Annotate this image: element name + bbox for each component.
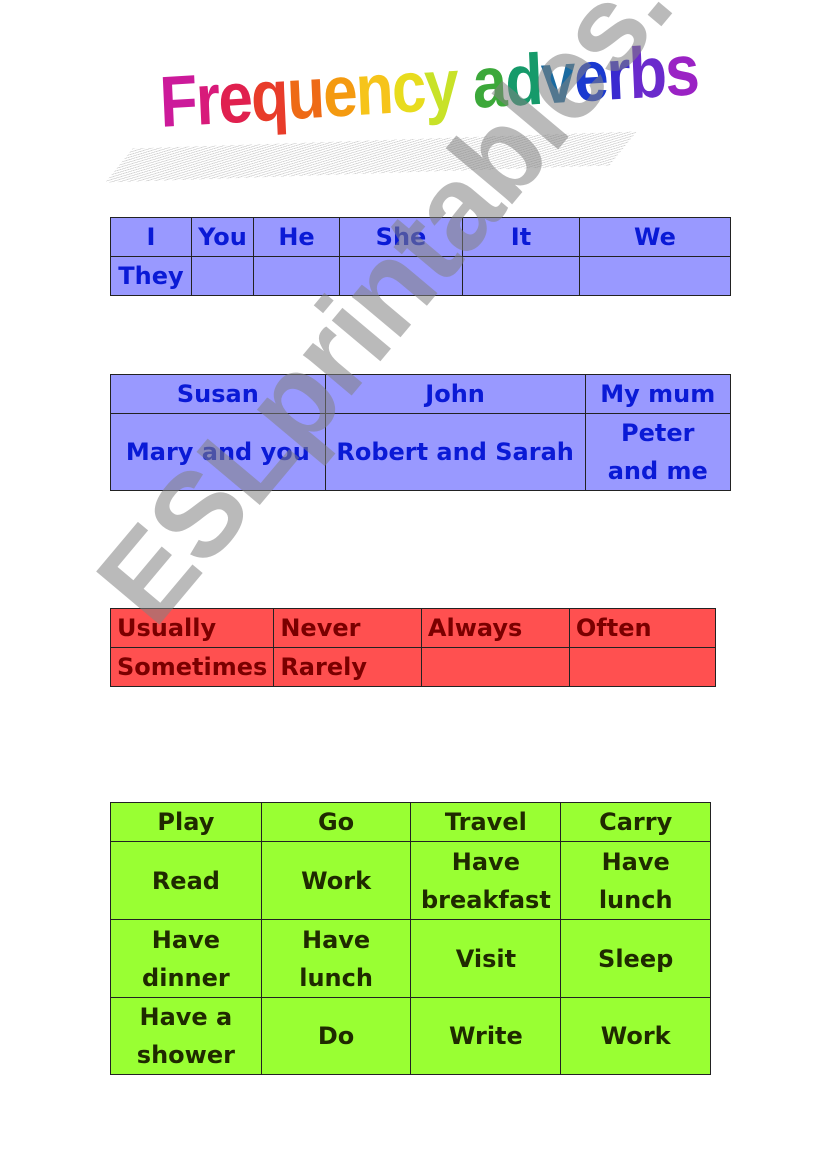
table-cell: Susan: [110, 374, 326, 414]
table-cell: I: [110, 217, 192, 257]
table-cell: John: [324, 374, 586, 414]
table-cell: [339, 256, 463, 296]
title-letter: v: [539, 37, 576, 120]
table-cell: Sometimes: [109, 647, 275, 687]
table-cell: Mary and you: [110, 413, 326, 491]
table-cell: Go: [260, 802, 412, 842]
title-letter: d: [503, 39, 544, 122]
title-letter: b: [627, 32, 667, 115]
table-cell: [579, 256, 731, 296]
title-letter: a: [470, 41, 508, 124]
table-cell: Often: [568, 608, 717, 648]
table-cell: It: [462, 217, 580, 257]
table-cell: He: [253, 217, 340, 257]
table-cell: My mum: [584, 374, 732, 414]
table-cell: Have breakfast: [410, 841, 562, 920]
title-letter: y: [422, 44, 459, 127]
table-cell: They: [110, 256, 192, 296]
table-cell: Always: [420, 608, 570, 648]
table-cell: Robert and Sarah: [324, 413, 586, 491]
table-cell: [462, 256, 580, 296]
names-table: Susan John My mum Mary and you Robert and Sa…: [110, 374, 732, 491]
table-cell: Never: [273, 608, 422, 648]
table-cell: Have lunch: [260, 919, 412, 998]
table-cell: Usually: [109, 608, 275, 648]
title-letter: e: [216, 57, 253, 140]
title-letter: s: [663, 30, 700, 113]
table-cell: Carry: [560, 802, 711, 842]
pronouns-table: I You He She It We They: [110, 217, 731, 296]
table-cell: Read: [110, 841, 262, 920]
table-cell: Do: [260, 997, 412, 1075]
worksheet-title: Frequency adverbs: [105, 30, 718, 183]
title-letter: n: [353, 48, 394, 131]
table-cell: Peter and me: [584, 413, 732, 491]
table-row: Sometimes Rarely: [109, 647, 717, 687]
title-letter: F: [158, 60, 198, 143]
table-cell: Have dinner: [110, 919, 262, 998]
table-row: Have a shower Do Write Work: [110, 997, 711, 1075]
table-row: They: [110, 256, 731, 296]
table-cell: [191, 256, 254, 296]
title-letter: u: [285, 53, 325, 136]
title-letter: c: [389, 46, 427, 129]
table-cell: Visit: [410, 919, 562, 998]
table-cell: [253, 256, 340, 296]
table-cell: Travel: [410, 802, 562, 842]
table-cell: Have lunch: [560, 841, 711, 920]
table-cell: Work: [260, 841, 412, 920]
title-text: Frequency adverbs: [158, 29, 700, 144]
table-row: I You He She It We: [110, 217, 731, 257]
title-letter: e: [572, 35, 609, 118]
adverbs-table: Usually Never Always Often Sometimes Rarely: [109, 608, 717, 687]
table-cell: We: [579, 217, 731, 257]
table-row: Play Go Travel Carry: [110, 802, 711, 842]
table-cell: Work: [560, 997, 711, 1075]
title-letter: q: [249, 55, 289, 138]
table-cell: You: [191, 217, 254, 257]
table-cell: Write: [410, 997, 562, 1075]
table-cell: Play: [110, 802, 262, 842]
table-cell: Sleep: [560, 919, 711, 998]
table-cell: She: [339, 217, 463, 257]
table-cell: [568, 647, 717, 687]
table-row: Mary and you Robert and Sarah Peter and me: [110, 413, 732, 491]
table-row: Have dinner Have lunch Visit Sleep: [110, 919, 711, 998]
verbs-table: Play Go Travel Carry Read Work Have breakfast H…: [110, 802, 711, 1075]
table-cell: Have a shower: [110, 997, 262, 1075]
table-row: Usually Never Always Often: [109, 608, 717, 648]
title-letter: e: [321, 51, 358, 133]
table-row: Read Work Have breakfast Have lunch: [110, 841, 711, 920]
table-cell: [420, 647, 570, 687]
table-cell: Rarely: [273, 647, 422, 687]
table-row: Susan John My mum: [110, 374, 732, 414]
